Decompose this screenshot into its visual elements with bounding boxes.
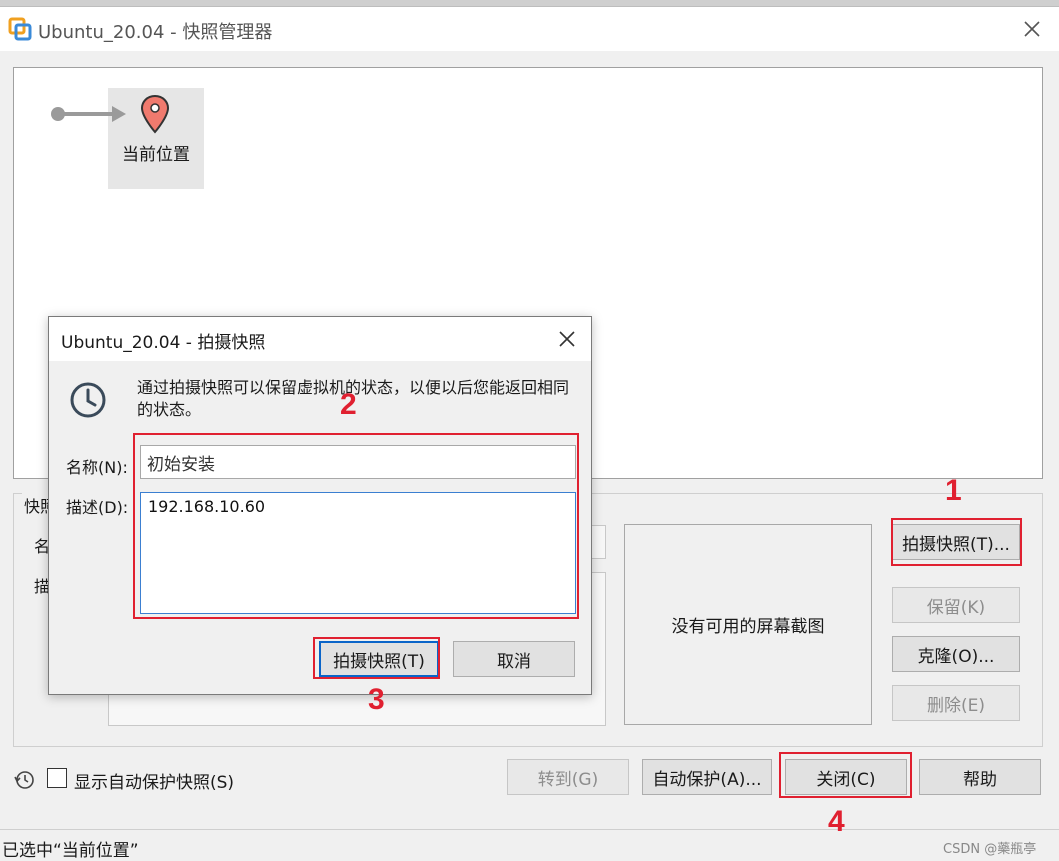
dialog-title: Ubuntu_20.04 - 拍摄快照 — [61, 333, 266, 353]
location-pin-icon — [140, 94, 170, 134]
clock-icon — [70, 382, 106, 418]
annotation-number-1: 1 — [945, 474, 962, 507]
dialog-close-button[interactable] — [549, 323, 585, 355]
snapshot-name-input[interactable] — [140, 445, 576, 479]
no-screenshot-text: 没有可用的屏幕截图 — [671, 617, 825, 637]
keep-button[interactable]: 保留(K) — [892, 587, 1020, 623]
status-bar: 已选中“当前位置” CSDN @藥瓶亭 — [0, 829, 1059, 861]
take-snapshot-dialog: Ubuntu_20.04 - 拍摄快照 通过拍摄快照可以保留虚拟机的状态，以便以… — [48, 316, 592, 695]
annotation-number-3: 3 — [368, 683, 385, 716]
dialog-take-snapshot-button[interactable]: 拍摄快照(T) — [319, 641, 439, 677]
current-state-label: 当前位置 — [122, 145, 190, 165]
show-autoprotect-label: 显示自动保护快照(S) — [74, 773, 235, 793]
window-title: Ubuntu_20.04 - 快照管理器 — [38, 22, 273, 43]
autoprotect-button[interactable]: 自动保护(A)... — [642, 759, 772, 795]
desc-field-label: 描述(D): — [66, 498, 129, 517]
timeline-arrow-icon — [51, 106, 126, 122]
dialog-titlebar: Ubuntu_20.04 - 拍摄快照 — [49, 317, 591, 361]
annotation-number-2: 2 — [340, 388, 357, 421]
dialog-info-text: 通过拍摄快照可以保留虚拟机的状态，以便以后您能返回相同的状态。 — [137, 378, 570, 419]
close-icon — [1024, 21, 1040, 37]
delete-button[interactable]: 删除(E) — [892, 685, 1020, 721]
watermark: CSDN @藥瓶亭 — [943, 842, 1037, 857]
close-icon — [559, 331, 575, 347]
window-titlebar: Ubuntu_20.04 - 快照管理器 — [0, 7, 1059, 51]
vmware-app-icon — [8, 17, 32, 41]
help-button[interactable]: 帮助 — [919, 759, 1041, 795]
annotation-number-4: 4 — [828, 805, 845, 838]
take-snapshot-button[interactable]: 拍摄快照(T)... — [892, 524, 1020, 560]
snapshot-desc-input[interactable]: 192.168.10.60 — [140, 492, 576, 614]
clone-button[interactable]: 克隆(O)... — [892, 636, 1020, 672]
window-close-button[interactable] — [1014, 13, 1050, 45]
status-text: 已选中“当前位置” — [2, 841, 139, 861]
screenshot-preview: 没有可用的屏幕截图 — [624, 524, 872, 725]
show-autoprotect-checkbox[interactable] — [47, 768, 67, 788]
name-field-label: 名称(N): — [66, 458, 128, 477]
goto-button[interactable]: 转到(G) — [507, 759, 629, 795]
bottom-controls: 显示自动保护快照(S) 转到(G) 自动保护(A)... 关闭(C) 帮助 — [0, 759, 1059, 809]
dialog-cancel-button[interactable]: 取消 — [453, 641, 575, 677]
current-state-node[interactable]: 当前位置 — [51, 88, 204, 189]
close-button[interactable]: 关闭(C) — [785, 759, 907, 795]
history-icon — [14, 771, 34, 789]
